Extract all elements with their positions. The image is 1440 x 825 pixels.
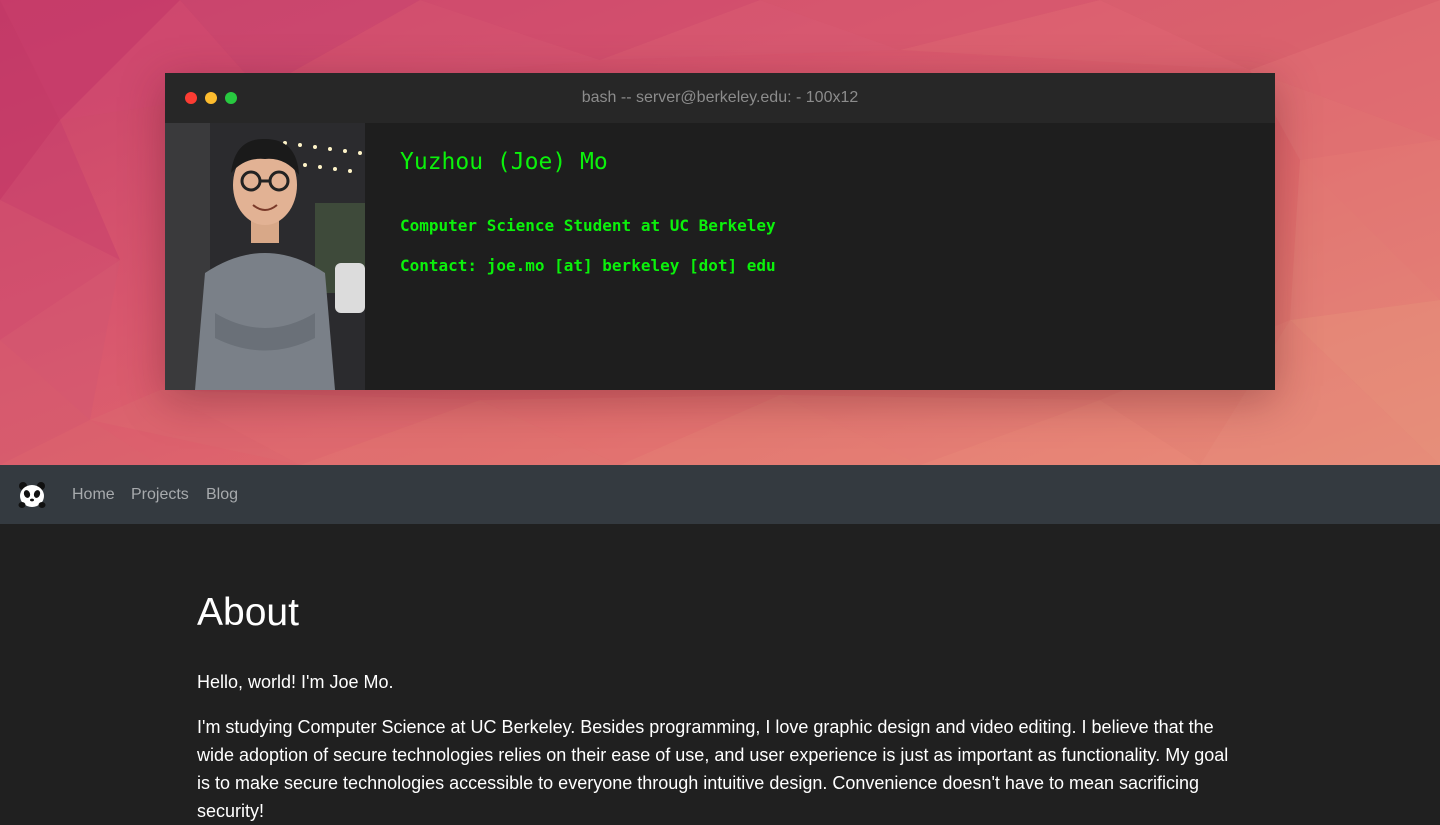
about-greeting: Hello, world! I'm Joe Mo. — [197, 672, 394, 692]
hero-banner: bash -- server@berkeley.edu: - 100x12 Yu… — [0, 0, 1440, 465]
profile-photo — [165, 123, 365, 390]
profile-name: Yuzhou (Joe) Mo — [400, 149, 608, 175]
navbar: Home Projects Blog — [0, 465, 1440, 524]
terminal-body: Yuzhou (Joe) Mo Computer Science Student… — [165, 123, 1275, 390]
nav-home-link[interactable]: Home — [72, 465, 115, 524]
nav-blog-link[interactable]: Blog — [206, 465, 238, 524]
terminal-window: bash -- server@berkeley.edu: - 100x12 Yu… — [165, 73, 1275, 390]
about-section: About Hello, world! I'm Joe Mo. I'm stud… — [197, 524, 1247, 821]
terminal-titlebar: bash -- server@berkeley.edu: - 100x12 — [165, 73, 1275, 123]
nav-projects-link[interactable]: Projects — [131, 465, 189, 524]
about-heading: About — [197, 591, 299, 634]
panda-logo-icon[interactable] — [18, 481, 46, 509]
profile-tagline: Computer Science Student at UC Berkeley — [400, 216, 776, 235]
about-paragraph: I'm studying Computer Science at UC Berk… — [197, 717, 1229, 821]
terminal-title: bash -- server@berkeley.edu: - 100x12 — [581, 89, 859, 106]
profile-contact: Contact: joe.mo [at] berkeley [dot] edu — [400, 256, 776, 275]
